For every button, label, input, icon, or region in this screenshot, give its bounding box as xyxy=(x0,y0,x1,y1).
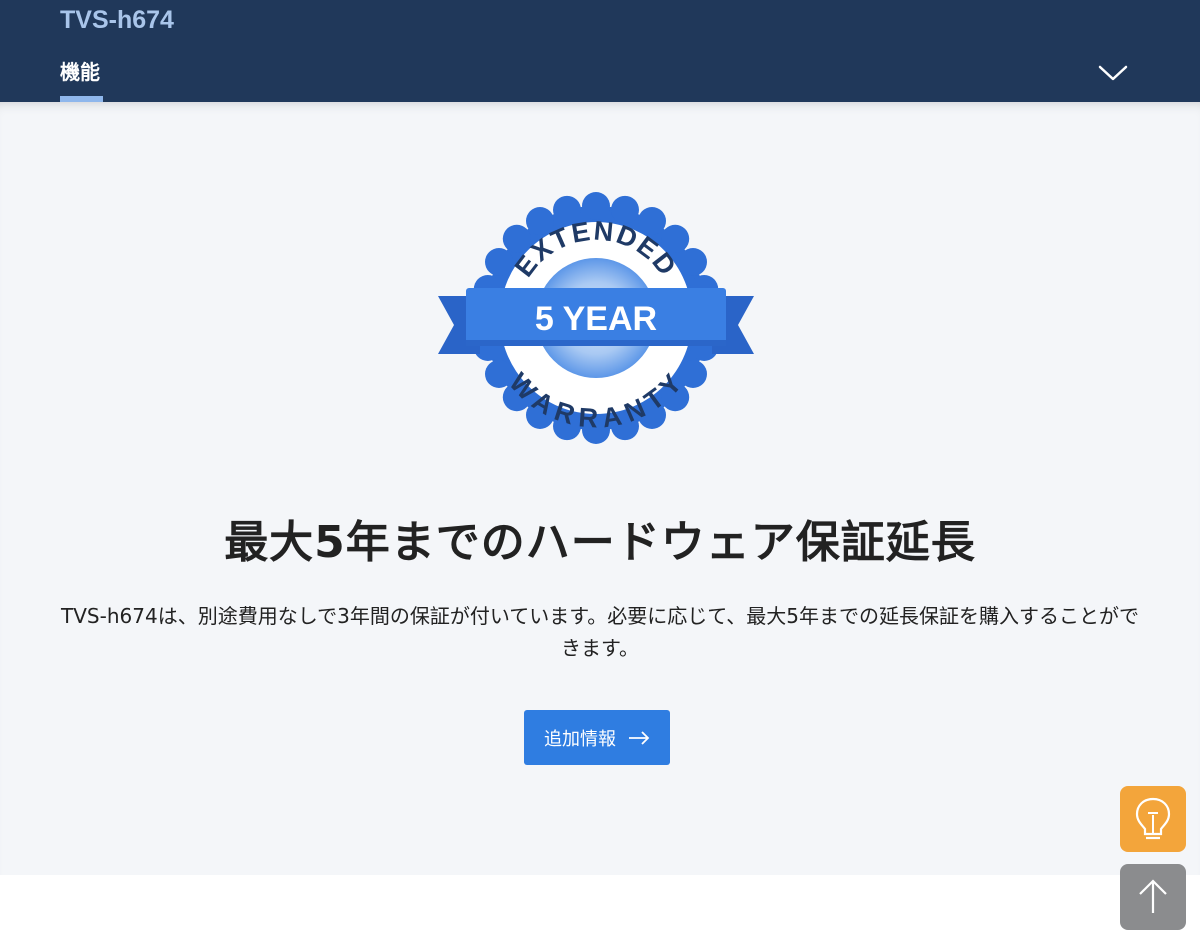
seal-scallop xyxy=(485,248,514,276)
warranty-section: 5 YEAR EXTENDED WARRANTY 最大5年までのハードウェア保証… xyxy=(0,102,1200,875)
chevron-down-icon xyxy=(1098,65,1128,81)
seal-scallop xyxy=(502,224,531,253)
seal-scallop xyxy=(638,207,666,236)
lightbulb-icon xyxy=(1135,797,1171,840)
tips-button[interactable] xyxy=(1120,786,1186,852)
arrow-up-icon xyxy=(1139,879,1167,913)
section-headline: 最大5年までのハードウェア保証延長 xyxy=(224,517,976,568)
back-to-top-button[interactable] xyxy=(1120,864,1186,930)
top-navigation-bar: TVS-h674 機能 xyxy=(0,0,1200,102)
more-info-label: 追加情報 xyxy=(544,728,616,750)
tab-features[interactable]: 機能 xyxy=(60,56,100,85)
seal-scallop xyxy=(678,248,707,276)
badge-ribbon-text: 5 YEAR xyxy=(535,300,657,338)
product-title[interactable]: TVS-h674 xyxy=(60,6,174,35)
warranty-badge: 5 YEAR EXTENDED WARRANTY xyxy=(438,192,754,444)
seal-scallop xyxy=(661,224,690,253)
arrow-right-icon xyxy=(629,730,650,745)
nav-expand-toggle[interactable] xyxy=(1096,58,1130,86)
more-info-button[interactable]: 追加情報 xyxy=(524,710,670,765)
section-description: TVS-h674は、別途費用なしで3年間の保証が付いています。必要に応じて、最大… xyxy=(61,604,1139,660)
